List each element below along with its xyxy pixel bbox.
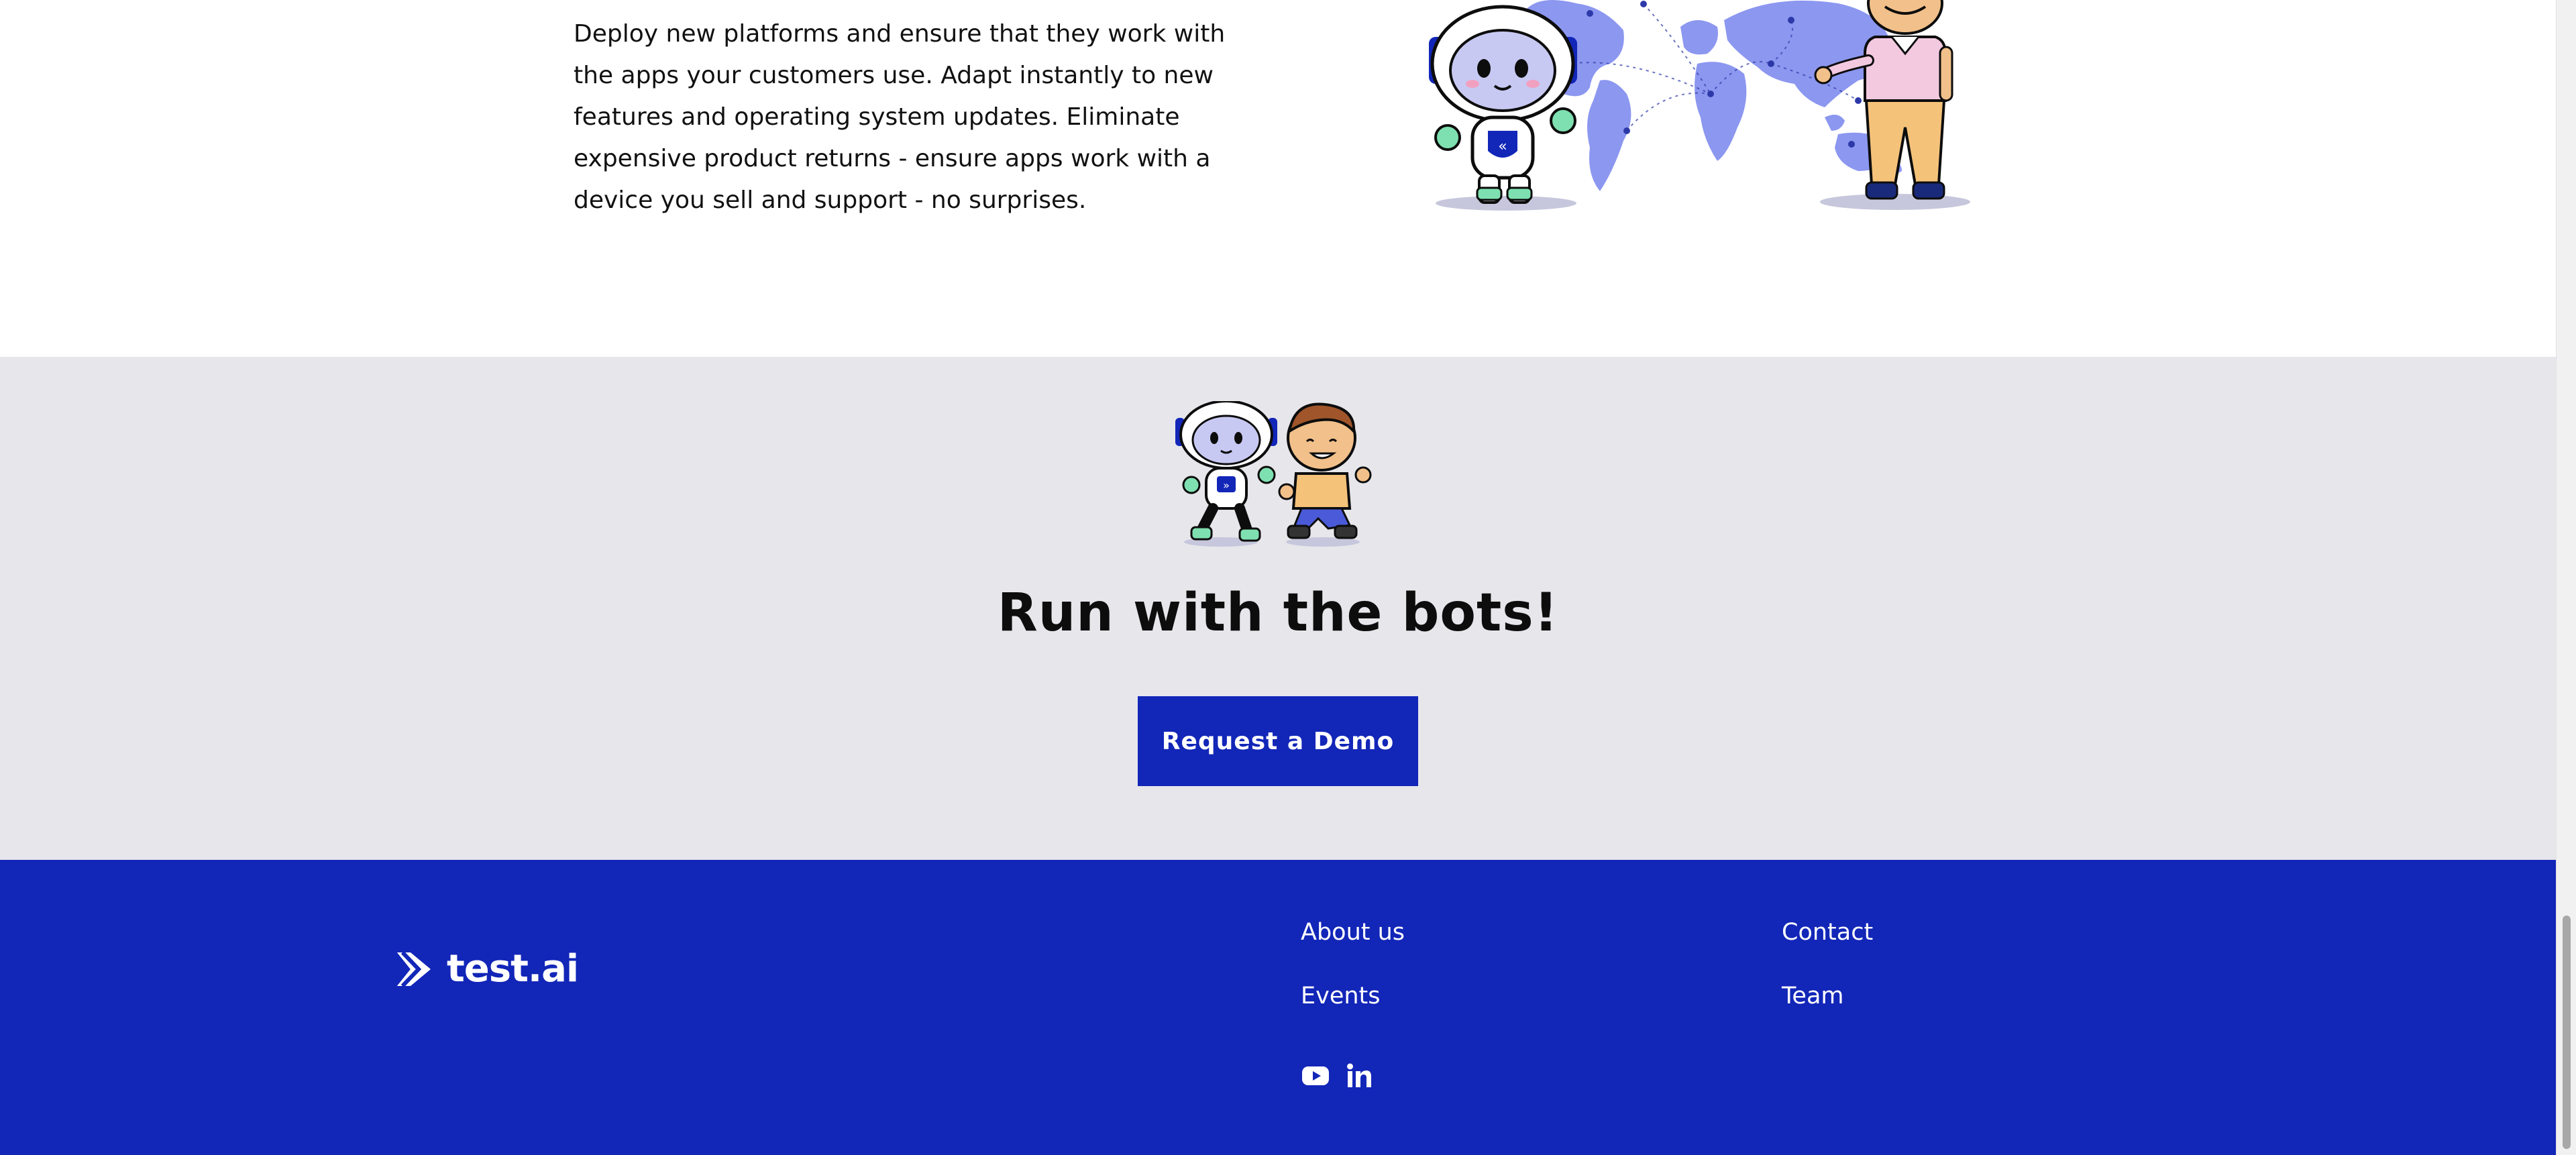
footer-logo-text: test.ai <box>447 947 579 991</box>
scrollbar-thumb[interactable] <box>2563 916 2571 1149</box>
cta-heading: Run with the bots! <box>997 583 1559 643</box>
footer-link-contact[interactable]: Contact <box>1782 916 1873 949</box>
footer-logo[interactable]: test.ai <box>392 946 579 993</box>
feature-description: Deploy new platforms and ensure that the… <box>574 20 1226 214</box>
page-content: Deploy new platforms and ensure that the… <box>0 0 2556 1155</box>
linkedin-link[interactable] <box>1344 1061 1374 1091</box>
robot-world-map-illustration: « <box>1429 0 1970 211</box>
testai-logo-icon <box>392 950 431 988</box>
youtube-link[interactable] <box>1301 1061 1330 1091</box>
request-demo-button[interactable]: Request a Demo <box>1138 696 1418 786</box>
footer-link-events[interactable]: Events <box>1301 979 1381 1013</box>
youtube-icon <box>1302 1066 1329 1085</box>
footer-link-team[interactable]: Team <box>1782 979 1844 1013</box>
feature-section: Deploy new platforms and ensure that the… <box>0 0 2556 357</box>
robot-and-boy-running-illustration: » <box>1175 401 1372 547</box>
linkedin-icon <box>1347 1063 1371 1087</box>
site-footer: test.ai About us Events Contact Team <box>0 860 2556 1155</box>
vertical-scrollbar[interactable] <box>2556 0 2576 1155</box>
svg-text:«: « <box>1498 138 1507 155</box>
cta-section: » Run with the bots! Request a Demo <box>0 357 2556 860</box>
svg-text:»: » <box>1223 479 1230 492</box>
footer-link-about-us[interactable]: About us <box>1301 916 1405 949</box>
